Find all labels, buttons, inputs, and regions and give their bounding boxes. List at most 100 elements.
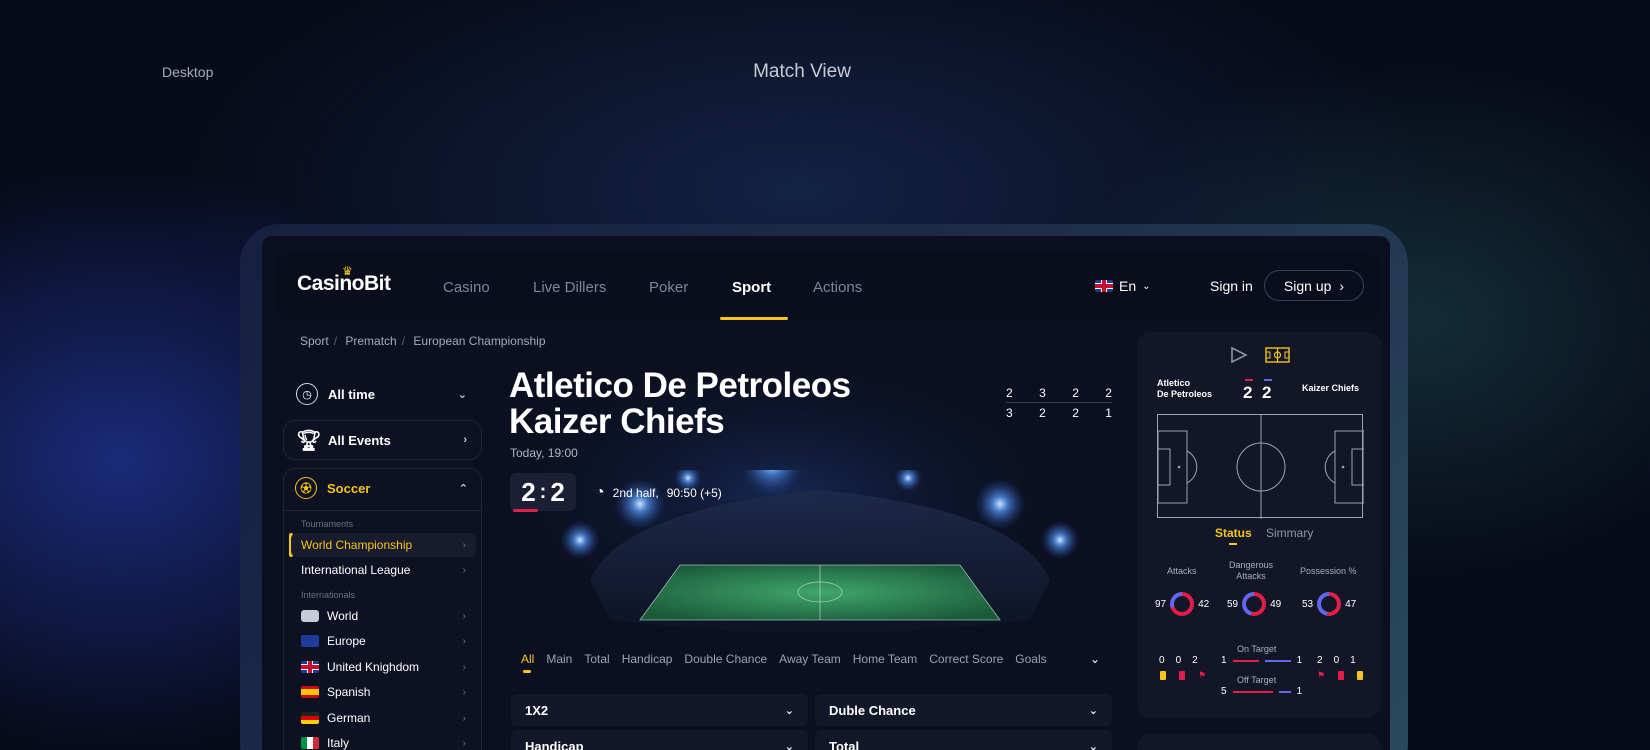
away-cards-icons: ⚑	[1317, 671, 1364, 680]
tab-summary[interactable]: Simmary	[1266, 526, 1313, 540]
market-label: Total	[829, 738, 860, 750]
live-home-team: Atletico De Petroleos	[1157, 378, 1212, 400]
filter-all-events[interactable]: 🏆︎ All Events ›	[283, 420, 482, 460]
live-away-score: 2	[1262, 383, 1272, 402]
home-score: 2	[521, 476, 536, 507]
off-target-home: 5	[1221, 686, 1227, 697]
on-target-label: On Target	[1237, 644, 1277, 654]
market-duble-chance[interactable]: Duble Chance ⌄	[815, 694, 1112, 726]
live-away-team: Kaizer Chiefs	[1302, 383, 1360, 393]
country-spanish[interactable]: Spanish ›	[291, 680, 476, 704]
chevron-down-icon: ⌄	[784, 704, 794, 717]
away-score: 2	[550, 476, 565, 507]
tab-status[interactable]: Status	[1215, 526, 1252, 540]
uk-flag-icon	[1095, 280, 1113, 292]
stat-away-value: 47	[1345, 598, 1357, 610]
tournament-international-league[interactable]: International League ›	[291, 558, 476, 582]
stat-attacks: 97 42	[1155, 592, 1209, 616]
country-label: United Knighdom	[327, 660, 420, 674]
germany-flag-icon	[301, 712, 319, 724]
tournament-label: World Championship	[301, 538, 413, 552]
chevron-right-icon: ›	[462, 635, 466, 647]
sign-up-button[interactable]: Sign up ›	[1264, 270, 1364, 301]
country-world[interactable]: World ›	[291, 604, 476, 628]
tab-main[interactable]: Main	[546, 652, 572, 666]
uk-flag-icon	[301, 661, 319, 673]
tab-double-chance[interactable]: Double Chance	[684, 652, 767, 666]
country-label: Europe	[327, 634, 366, 648]
tab-correct-score[interactable]: Correct Score	[929, 652, 1003, 666]
stat-away-value: 42	[1198, 598, 1210, 610]
trophy-icon: 🏆︎	[296, 429, 322, 452]
tournament-world-championship[interactable]: World Championship ›	[291, 533, 476, 557]
tab-goals[interactable]: Goals	[1015, 652, 1046, 666]
chevron-down-icon: ⌄	[457, 388, 467, 401]
language-selector[interactable]: En ⌄	[1095, 278, 1151, 294]
corner-count: 2	[1192, 655, 1198, 666]
breadcrumb-championship[interactable]: European Championship	[413, 334, 545, 348]
yellow-card-icon	[1160, 671, 1166, 680]
nav-casino[interactable]: Casino	[443, 279, 490, 296]
country-label: World	[327, 609, 359, 623]
stat-donut	[1170, 592, 1195, 616]
on-target-home-bar	[1232, 659, 1259, 662]
off-target-away-bar	[1278, 690, 1291, 693]
chevron-right-icon: ›	[1339, 277, 1345, 294]
filter-all-time[interactable]: ◷ All time ⌄	[283, 374, 482, 414]
field-view-icon[interactable]	[1265, 347, 1290, 363]
country-label: Spanish	[327, 685, 371, 699]
home-color-marker	[1245, 379, 1253, 381]
match-title: Atletico De Petroleos Kaizer Chiefs	[509, 368, 851, 440]
nav-actions[interactable]: Actions	[813, 279, 862, 296]
period-score: 3	[1039, 385, 1046, 400]
filter-all-events-label: All Events	[328, 432, 391, 448]
sign-in-link[interactable]: Sign in	[1210, 278, 1253, 294]
yellow-card-count: 1	[1350, 655, 1356, 666]
market-handicap[interactable]: Handicap ⌄	[511, 730, 808, 750]
chevron-down-icon: ⌄	[784, 740, 794, 750]
chevron-down-icon: ⌄	[1088, 740, 1098, 750]
tab-total[interactable]: Total	[584, 652, 609, 666]
stat-label-attacks: Attacks	[1167, 566, 1197, 576]
country-europe[interactable]: Europe ›	[291, 629, 476, 653]
sport-soccer[interactable]: ⚽︎ Soccer ⌃	[283, 468, 482, 508]
clock-icon: ◷	[296, 383, 318, 405]
soccer-ball-icon: ⚽︎	[295, 477, 317, 499]
yellow-card-count: 0	[1159, 655, 1165, 666]
play-icon[interactable]	[1229, 346, 1249, 364]
period-scores-away: 3 2 2 1	[1006, 403, 1112, 423]
tab-away-team[interactable]: Away Team	[779, 652, 841, 666]
tab-handicap[interactable]: Handicap	[622, 652, 673, 666]
tab-all[interactable]: All	[521, 652, 534, 666]
period-label: 2nd half,	[612, 486, 659, 500]
breadcrumb-sport[interactable]: Sport	[300, 334, 329, 348]
country-german[interactable]: German ›	[291, 706, 476, 730]
eu-flag-icon	[301, 635, 319, 647]
home-cards-counts: 0 0 2	[1159, 655, 1198, 666]
nav-sport[interactable]: Sport	[732, 279, 771, 296]
logo[interactable]: CasinoBit	[297, 272, 391, 296]
pitch-lines	[1157, 415, 1365, 519]
away-cards-counts: 2 0 1	[1317, 655, 1356, 666]
tab-home-team[interactable]: Home Team	[853, 652, 917, 666]
nav-poker[interactable]: Poker	[649, 279, 688, 296]
chevron-right-icon: ›	[462, 686, 466, 698]
stat-label-line: Attacks	[1236, 571, 1266, 581]
filter-all-time-label: All time	[328, 386, 375, 402]
period-score: 2	[1039, 406, 1046, 420]
chevron-down-icon: ⌄	[1142, 280, 1151, 292]
chevron-up-icon: ⌃	[458, 482, 468, 495]
period-score: 3	[1006, 406, 1013, 420]
market-total[interactable]: Total ⌄	[815, 730, 1112, 750]
world-flag-icon	[301, 610, 319, 622]
country-italy[interactable]: Italy ›	[291, 731, 476, 750]
off-target-row: 5 1	[1221, 686, 1302, 697]
chevron-down-icon[interactable]: ⌄	[1090, 652, 1100, 666]
country-united-kingdom[interactable]: United Knighdom ›	[291, 655, 476, 679]
nav-live-dillers[interactable]: Live Dillers	[533, 279, 606, 296]
breadcrumb-prematch[interactable]: Prematch	[345, 334, 396, 348]
off-target-label: Off Target	[1237, 675, 1277, 685]
chevron-right-icon: ›	[463, 434, 467, 446]
market-1x2[interactable]: 1X2 ⌄	[511, 694, 808, 726]
corner-flag-icon: ⚑	[1198, 670, 1207, 680]
